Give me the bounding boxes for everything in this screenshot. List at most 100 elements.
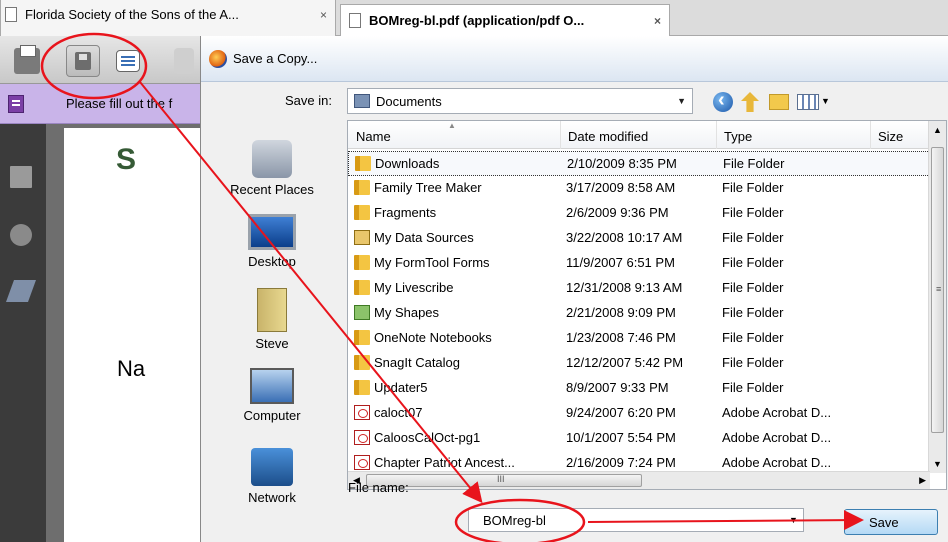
file-row[interactable]: My Data Sources 3/22/2008 10:17 AM File Fo… <box>348 226 930 251</box>
save-in-row: Save in: Documents ▼ ▼ <box>201 84 948 120</box>
file-name-cell: My Data Sources <box>354 230 554 245</box>
file-name-text: Downloads <box>375 156 440 171</box>
file-date-cell: 3/17/2009 8:58 AM <box>566 180 676 195</box>
tab-florida-society[interactable]: Florida Society of the Sons of the A... … <box>0 0 336 36</box>
fill-form-message: Please fill out the f <box>66 96 173 111</box>
file-row[interactable]: OneNote Notebooks 1/23/2008 7:46 PM File F… <box>348 326 930 351</box>
chevron-down-icon[interactable]: ▼ <box>821 96 830 106</box>
file-date-cell: 10/1/2007 5:54 PM <box>566 430 676 445</box>
signatures-icon[interactable] <box>5 280 37 302</box>
pdf-icon <box>354 405 370 420</box>
user-folder-icon <box>257 288 287 332</box>
save-in-label: Save in: <box>285 93 332 108</box>
sort-ascending-icon: ▲ <box>448 121 456 130</box>
file-name-cell: Downloads <box>355 156 555 171</box>
file-row[interactable]: Family Tree Maker 3/17/2009 8:58 AM File F… <box>348 176 930 201</box>
save-button[interactable]: Save <box>844 509 938 535</box>
file-date-cell: 1/23/2008 7:46 PM <box>566 330 676 345</box>
scroll-right-icon[interactable]: ▶ <box>919 475 926 486</box>
file-name-text: CaloosCalOct-pg1 <box>374 430 481 445</box>
horizontal-scrollbar[interactable]: ◀ III ▶ <box>348 471 930 489</box>
file-name-text: My Livescribe <box>374 280 454 295</box>
save-in-value: Documents <box>376 93 442 109</box>
file-row[interactable]: caloct07 9/24/2007 6:20 PM Adobe Acrobat D… <box>348 401 930 426</box>
network-icon <box>251 448 293 486</box>
place-computer[interactable]: Computer <box>205 368 339 423</box>
file-row[interactable]: Updater5 8/9/2007 9:33 PM File Folder <box>348 376 930 401</box>
save-in-dropdown[interactable]: Documents ▼ <box>347 88 693 114</box>
email-icon[interactable] <box>116 50 140 72</box>
place-recent-places[interactable]: Recent Places <box>205 140 339 197</box>
arrow-up-icon[interactable] <box>174 48 194 74</box>
reader-toolbar <box>0 36 200 84</box>
vertical-scrollbar[interactable]: ▲ ≡ ▼ <box>928 121 946 473</box>
file-type-cell: File Folder <box>722 230 784 245</box>
close-tab-icon[interactable]: × <box>654 14 661 28</box>
file-name-text: caloct07 <box>374 405 423 420</box>
save-copy-icon[interactable] <box>66 45 100 77</box>
file-row[interactable]: SnagIt Catalog 12/12/2007 5:42 PM File Fol… <box>348 351 930 376</box>
folder-icon <box>354 355 370 370</box>
file-row[interactable]: My Livescribe 12/31/2008 9:13 AM File Fold… <box>348 276 930 301</box>
file-list[interactable]: Name ▲ Date modified Type Size Downloads… <box>347 120 947 490</box>
file-name-cell: Chapter Patriot Ancest... <box>354 455 554 470</box>
new-folder-icon[interactable] <box>769 94 789 110</box>
pdf-page <box>64 128 200 542</box>
column-header-name[interactable]: Name <box>356 129 391 144</box>
column-header-type[interactable]: Type <box>724 129 752 144</box>
file-type-cell: File Folder <box>722 330 784 345</box>
file-date-cell: 2/21/2008 9:09 PM <box>566 305 676 320</box>
file-date-cell: 11/9/2007 6:51 PM <box>566 255 675 270</box>
column-separator[interactable] <box>716 121 717 149</box>
tab-bomreg-pdf[interactable]: BOMreg-bl.pdf (application/pdf O... × <box>340 4 670 36</box>
attachments-icon[interactable] <box>10 224 32 246</box>
pages-icon[interactable] <box>10 166 32 188</box>
page-text-fragment: Na <box>117 356 146 381</box>
file-date-cell: 2/10/2009 8:35 PM <box>567 156 677 171</box>
file-type-cell: File Folder <box>722 355 784 370</box>
up-folder-icon[interactable] <box>741 92 759 112</box>
column-separator[interactable] <box>560 121 561 149</box>
scroll-up-icon[interactable]: ▲ <box>933 125 942 135</box>
file-name-cell: My FormTool Forms <box>354 255 554 270</box>
file-name-text: My Data Sources <box>374 230 474 245</box>
file-type-cell: File Folder <box>723 156 785 171</box>
views-menu-icon[interactable] <box>797 94 819 110</box>
column-header-date-modified[interactable]: Date modified <box>568 129 648 144</box>
place-desktop[interactable]: Desktop <box>205 214 339 269</box>
file-row[interactable]: CaloosCalOct-pg1 10/1/2007 5:54 PM Adobe A… <box>348 426 930 451</box>
tab-label: Florida Society of the Sons of the A... <box>25 7 239 22</box>
documents-folder-icon <box>354 94 370 108</box>
scroll-down-icon[interactable]: ▼ <box>933 459 942 469</box>
pdf-icon <box>354 430 370 445</box>
folder-icon <box>354 205 370 220</box>
file-list-header: Name ▲ Date modified Type Size <box>348 121 930 149</box>
column-separator[interactable] <box>870 121 871 149</box>
file-row[interactable]: My Shapes 2/21/2008 9:09 PM File Folder <box>348 301 930 326</box>
file-name-text: SnagIt Catalog <box>374 355 461 370</box>
file-date-cell: 8/9/2007 9:33 PM <box>566 380 669 395</box>
place-network[interactable]: Network <box>205 448 339 505</box>
save-a-copy-dialog: Save a Copy... Save in: Documents ▼ ▼ Re… <box>200 36 948 542</box>
file-date-cell: 12/31/2008 9:13 AM <box>566 280 683 295</box>
column-header-size[interactable]: Size <box>878 129 903 144</box>
place-steve[interactable]: Steve <box>205 288 339 351</box>
print-icon[interactable] <box>14 45 40 74</box>
file-type-cell: Adobe Acrobat D... <box>722 455 832 470</box>
chevron-down-icon[interactable]: ▼ <box>789 515 798 525</box>
file-row[interactable]: Fragments 2/6/2009 9:36 PM File Folder <box>348 201 930 226</box>
close-tab-icon[interactable]: × <box>320 8 327 22</box>
tab-label: BOMreg-bl.pdf (application/pdf O... <box>369 13 585 28</box>
vertical-scroll-thumb[interactable]: ≡ <box>931 147 944 433</box>
file-name-input[interactable] <box>468 508 804 532</box>
file-name-cell: CaloosCalOct-pg1 <box>354 430 554 445</box>
firefox-icon <box>209 49 227 68</box>
back-icon[interactable] <box>713 89 733 112</box>
file-row[interactable]: My FormTool Forms 11/9/2007 6:51 PM File F… <box>348 251 930 276</box>
file-name-cell: OneNote Notebooks <box>354 330 554 345</box>
file-type-cell: File Folder <box>722 180 784 195</box>
file-name-text: Chapter Patriot Ancest... <box>374 455 515 470</box>
file-date-cell: 2/6/2009 9:36 PM <box>566 205 669 220</box>
file-row[interactable]: Downloads 2/10/2009 8:35 PM File Folder <box>348 151 930 176</box>
document-icon <box>5 7 17 22</box>
